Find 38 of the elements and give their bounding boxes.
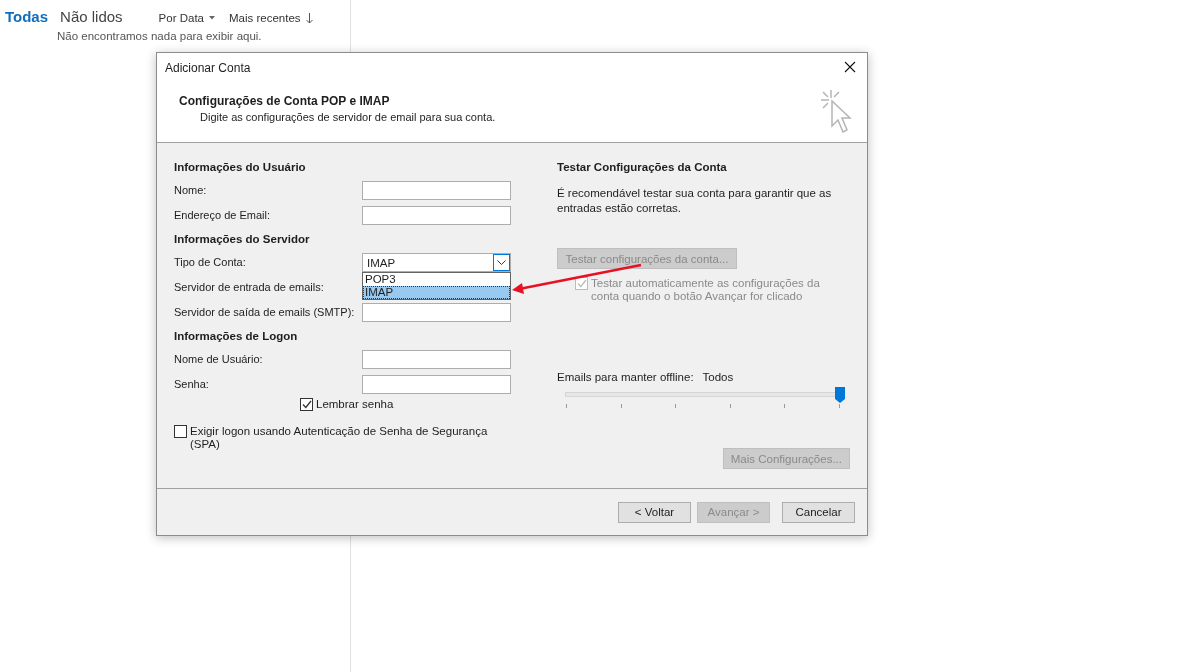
input-field[interactable] (362, 303, 511, 322)
field-label: Nome: (174, 183, 208, 198)
section-title: Informações do Servidor (174, 232, 311, 247)
footer-button[interactable]: Cancelar (782, 501, 855, 523)
offline-label: Emails para manter offline: (557, 371, 694, 383)
empty-message: Não encontramos nada para exibir aqui. (57, 30, 263, 42)
offline-value: Todos (702, 371, 734, 383)
field-label: Endereço de Email: (174, 208, 271, 223)
section-title: Testar Configurações da Conta (557, 160, 728, 175)
sort-order-button[interactable]: Mais recentes (229, 12, 313, 24)
section-title: Informações de Logon (174, 329, 299, 344)
caret-down-icon (209, 16, 215, 20)
check-icon (301, 400, 312, 409)
spa-checkbox[interactable]: Exigir logon usando Autenticação de Senha de Segurança (SPA) (174, 425, 504, 451)
sort-by-dropdown[interactable]: Por Data (158, 12, 215, 24)
footer-button[interactable]: < Voltar (618, 501, 691, 523)
input-field[interactable] (362, 206, 511, 225)
input-field[interactable] (362, 181, 511, 200)
test-description: É recomendável testar sua conta para garantir que as entradas estão corretas. (557, 186, 833, 216)
field-label: Nome de Usuário: (174, 352, 264, 367)
filter-tab[interactable]: Todas (5, 8, 49, 25)
field-label: Servidor de saída de emails (SMTP): (174, 305, 356, 320)
dialog-subheading: Digite as configurações de servidor de email para sua conta. (199, 111, 496, 123)
dialog-heading: Configurações de Conta POP e IMAP (179, 94, 391, 108)
slider-thumb[interactable] (835, 387, 845, 403)
section-title: Informações do Usuário (174, 160, 307, 175)
check-icon (576, 279, 587, 288)
remember-password-checkbox[interactable]: Lembrar senha (300, 398, 511, 411)
field-label: Servidor de entrada de emails: (174, 280, 325, 295)
input-field[interactable] (362, 350, 511, 369)
window-title: Adicionar Conta (165, 61, 251, 75)
filter-tab[interactable]: Não lidos (60, 8, 123, 25)
field-label: Senha: (174, 377, 210, 392)
input-field[interactable] (362, 375, 511, 394)
dropdown-option[interactable]: IMAP (363, 286, 510, 299)
arrow-down-icon (305, 12, 313, 24)
field-label: Tipo de Conta: (174, 255, 247, 270)
chevron-down-icon (493, 254, 510, 271)
